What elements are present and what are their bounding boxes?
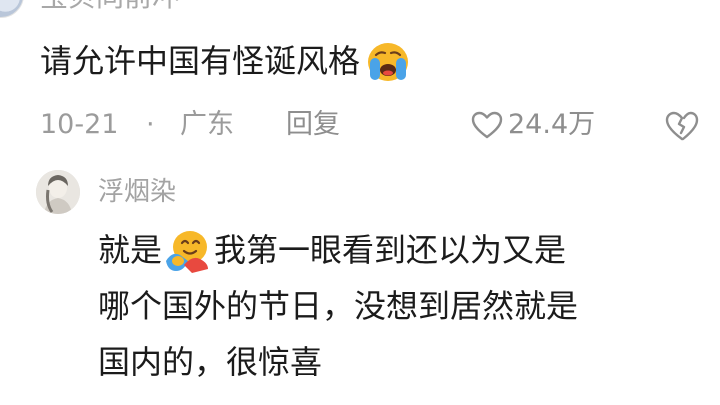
avatar-image [36,170,80,214]
loudly-crying-face-emoji [368,43,409,81]
comment-author-name[interactable]: 宝贝同前冲 [40,0,180,14]
meta-separator: · [146,109,155,140]
comment-text: 请允许中国有怪诞风格 [40,37,412,85]
reply-line-2: 哪个国外的节日，没想到居然就是 [98,287,579,325]
reply-author-name[interactable]: 浮烟染 [98,172,176,212]
commenter-avatar[interactable] [0,0,24,18]
reply-text-segment: 我第一眼看到还以为又是 [214,231,567,269]
reply-line-1: 就是 我第一眼看到还以为又是 [98,222,708,278]
comment-location: 广东 [180,109,234,140]
broken-heart-icon[interactable] [664,109,700,143]
reply-button[interactable]: 回复 [286,104,340,146]
reply-text-segment: 就是 [98,231,163,269]
like-count: 24.4万 [508,109,596,140]
hugging-face-emoji [166,231,209,273]
heart-icon [471,111,503,139]
reply-text: 就是 我第一眼看到还以为又是 哪个国外的节日，没想到居然就是 国内的，很惊喜 [98,222,708,390]
reply-author-avatar[interactable] [36,170,80,214]
comment-date: 10-21 [40,109,119,140]
comment-meta-row: 10-21 · 广东 回复 24.4万 [40,104,710,146]
reply-line-3: 国内的，很惊喜 [98,343,323,381]
comment-text-content: 请允许中国有怪诞风格 [40,42,361,80]
like-button[interactable]: 24.4万 [470,104,595,146]
